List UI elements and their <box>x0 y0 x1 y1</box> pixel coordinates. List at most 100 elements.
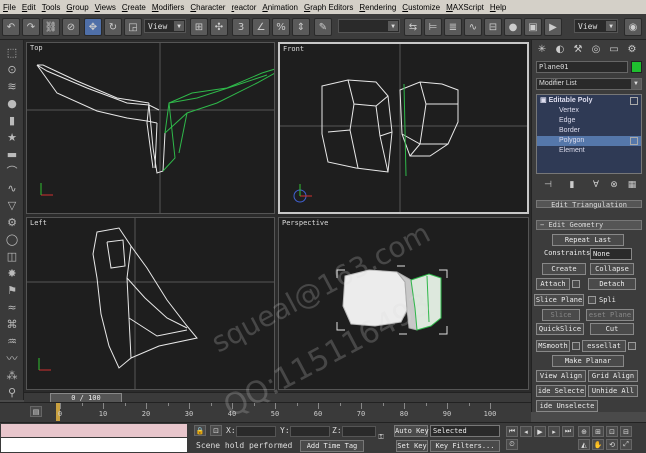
menu-reactor[interactable]: reactor <box>228 3 259 12</box>
pivot-center-icon[interactable]: ⊞ <box>190 18 208 36</box>
motion-tab-icon[interactable]: ◎ <box>588 42 604 57</box>
redo-icon[interactable]: ↷ <box>22 18 40 36</box>
menu-customize[interactable]: Customize <box>399 3 443 12</box>
menu-group[interactable]: Group <box>63 3 91 12</box>
detach-button[interactable]: Detach <box>588 278 636 290</box>
display-tab-icon[interactable]: ▭ <box>606 42 622 57</box>
angle-snap-icon[interactable]: ∠ <box>252 18 270 36</box>
menu-graph-editors[interactable]: Graph Editors <box>301 3 356 12</box>
attach-settings-box[interactable] <box>572 280 580 288</box>
make-unique-icon[interactable]: ∀ <box>590 179 602 191</box>
rollout-edit-triangulation[interactable]: Edit Triangulation <box>536 200 642 209</box>
layer-manager-icon[interactable]: ≣ <box>444 18 462 36</box>
set-key-button[interactable]: Set Key <box>396 440 428 452</box>
field-of-view-icon[interactable]: ◭ <box>578 439 590 450</box>
goto-end-icon[interactable]: ⏭ <box>562 426 574 437</box>
sphere-icon[interactable]: ● <box>3 95 21 111</box>
msmooth-settings-box[interactable] <box>572 342 580 350</box>
stack-item-border[interactable]: Border <box>537 126 641 136</box>
add-time-tag-button[interactable]: Add Time Tag <box>300 440 364 452</box>
menu-rendering[interactable]: Rendering <box>356 3 399 12</box>
zoom-icon[interactable]: ⊕ <box>578 426 590 437</box>
stack-item-edge[interactable]: Edge <box>537 116 641 126</box>
select-scale-icon[interactable]: ◲ <box>124 18 142 36</box>
hide-unselected-button[interactable]: ide Unselecte <box>536 400 598 412</box>
constraints-dropdown[interactable]: None <box>590 248 632 260</box>
gear-icon[interactable]: ⚙ <box>3 214 21 230</box>
camera-icon[interactable]: ◫ <box>3 248 21 264</box>
remove-modifier-icon[interactable]: ⊗ <box>608 179 620 191</box>
box-icon[interactable]: ▬ <box>3 146 21 162</box>
maximize-viewport-icon[interactable]: ⤢ <box>620 439 632 450</box>
space-warp-icon[interactable]: ≈ <box>3 299 21 315</box>
stack-item-polygon[interactable]: Polygon <box>537 136 641 146</box>
bend-icon[interactable]: ⌒ <box>3 163 21 179</box>
render-last-icon[interactable]: ◉ <box>624 18 642 36</box>
viewport-front[interactable]: Front <box>278 42 529 214</box>
rollout-edit-geometry[interactable]: − Edit Geometry <box>536 220 642 230</box>
unhide-all-button[interactable]: Unhide All <box>588 385 638 397</box>
utilities-tab-icon[interactable]: ⚙ <box>624 42 640 57</box>
align-icon[interactable]: ⊨ <box>424 18 442 36</box>
cylinder-icon[interactable]: ▮ <box>3 112 21 128</box>
menu-help[interactable]: Help <box>487 3 509 12</box>
loft-icon[interactable]: ≋ <box>3 78 21 94</box>
select-icon[interactable]: ⬚ <box>3 44 21 60</box>
select-rotate-icon[interactable]: ↻ <box>104 18 122 36</box>
quick-render-icon[interactable]: ▶ <box>544 18 562 36</box>
reference-coordinate-dropdown[interactable]: View ▼ <box>144 19 186 33</box>
make-planar-button[interactable]: Make Planar <box>552 355 624 367</box>
configure-sets-icon[interactable]: ▦ <box>626 179 638 191</box>
track-bar[interactable]: ▤ 0 10 20 30 40 50 60 70 80 90 100 <box>0 402 531 422</box>
spinner-snap-icon[interactable]: ⇕ <box>292 18 310 36</box>
menu-edit[interactable]: Edit <box>19 3 39 12</box>
stack-item-element[interactable]: Element <box>537 146 641 156</box>
maxscript-listener-macro[interactable] <box>1 424 187 437</box>
zoom-extents-icon[interactable]: ⊡ <box>606 426 618 437</box>
stack-root-editable-poly[interactable]: ▣ Editable Poly <box>537 96 641 106</box>
slice-button[interactable]: Slice <box>542 309 580 321</box>
view-align-button[interactable]: View Align <box>536 370 586 382</box>
stack-root-checkbox[interactable] <box>630 97 638 105</box>
auto-key-button[interactable]: Auto Key <box>394 425 429 437</box>
hide-selected-button[interactable]: ide Selecte <box>536 385 586 397</box>
undo-icon[interactable]: ↶ <box>2 18 20 36</box>
percent-snap-icon[interactable]: % <box>272 18 290 36</box>
grid-align-button[interactable]: Grid Align <box>588 370 638 382</box>
modify-tab-icon[interactable]: ◐ <box>552 42 568 57</box>
schematic-view-icon[interactable]: ⊟ <box>484 18 502 36</box>
menu-maxscript[interactable]: MAXScript <box>443 3 487 12</box>
cut-button[interactable]: Cut <box>590 323 634 335</box>
repeat-last-button[interactable]: Repeat Last <box>552 234 624 246</box>
star-icon[interactable]: ★ <box>3 129 21 145</box>
play-icon[interactable]: ▶ <box>534 426 546 437</box>
previous-frame-icon[interactable]: ◂ <box>520 426 532 437</box>
select-move-icon[interactable]: ✥ <box>84 18 102 36</box>
cloth-icon[interactable]: ♒ <box>3 333 21 349</box>
pan-icon[interactable]: ✋ <box>592 439 604 450</box>
bone-icon[interactable]: ⚲ <box>3 384 21 400</box>
key-filters-button[interactable]: Key Filters... <box>430 440 500 452</box>
menu-character[interactable]: Character <box>187 3 228 12</box>
attach-button[interactable]: Attach <box>536 278 570 290</box>
menu-views[interactable]: Views <box>92 3 119 12</box>
menu-file[interactable]: File <box>0 3 19 12</box>
edit-named-selections-icon[interactable]: ✎ <box>314 18 332 36</box>
torus-icon[interactable]: ◯ <box>3 231 21 247</box>
mirror-icon[interactable]: ⇆ <box>404 18 422 36</box>
taper-icon[interactable]: ▽ <box>3 197 21 213</box>
create-tab-icon[interactable]: ✳ <box>534 42 550 57</box>
maxscript-listener-input[interactable] <box>1 438 187 452</box>
viewport-label-front[interactable]: Front <box>283 45 304 53</box>
lock-selection-icon[interactable]: 🔒 <box>194 425 206 436</box>
time-slider[interactable]: 0 / 100 <box>24 392 531 403</box>
snap-toggle-icon[interactable]: 3 <box>232 18 250 36</box>
zoom-all-icon[interactable]: ⊞ <box>592 426 604 437</box>
key-icon[interactable]: ⚿ <box>372 432 390 443</box>
reset-plane-button[interactable]: eset Plane <box>586 309 634 321</box>
named-selection-set-dropdown[interactable]: ▼ <box>338 19 400 33</box>
stack-item-polygon-checkbox[interactable] <box>630 137 638 145</box>
key-selection-dropdown[interactable]: Selected <box>430 425 500 437</box>
unlink-icon[interactable]: ⊘ <box>62 18 80 36</box>
select-manipulate-icon[interactable]: ✣ <box>210 18 228 36</box>
